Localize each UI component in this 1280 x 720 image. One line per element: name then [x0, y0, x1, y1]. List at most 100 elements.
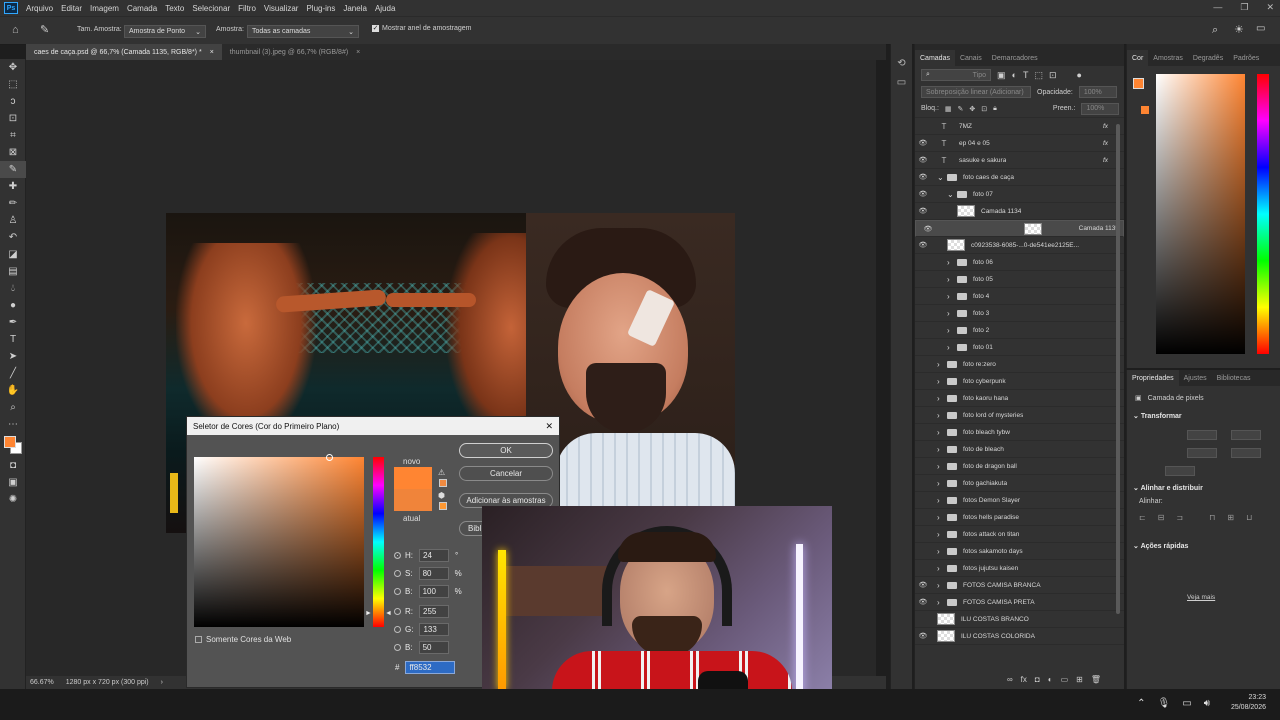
- sample-size-select[interactable]: Amostra de Ponto ⌄: [124, 25, 206, 38]
- menu-selecionar[interactable]: Selecionar: [188, 4, 234, 13]
- brush-tool-icon[interactable]: ✏: [0, 195, 26, 212]
- tab-padroes[interactable]: Padrões: [1228, 50, 1264, 66]
- panel-color-field[interactable]: [1156, 74, 1245, 354]
- menu-arquivo[interactable]: Arquivo: [22, 4, 57, 13]
- layer-row[interactable]: › foto 01: [915, 339, 1124, 356]
- hue-radio[interactable]: [394, 552, 401, 559]
- hue-slider-arrow-left[interactable]: ►: [365, 610, 372, 617]
- lock-all-icon[interactable]: 🔒︎: [993, 105, 997, 113]
- menu-ajuda[interactable]: Ajuda: [371, 4, 399, 13]
- tab-bibliotecas[interactable]: Bibliotecas: [1212, 370, 1256, 386]
- layer-row[interactable]: › foto re:zero: [915, 356, 1124, 373]
- chevron-right-icon[interactable]: ›: [937, 564, 947, 573]
- cancel-button[interactable]: Cancelar: [459, 466, 553, 481]
- gradient-tool-icon[interactable]: ▤: [0, 263, 26, 280]
- chevron-right-icon[interactable]: ›: [937, 377, 947, 386]
- menu-visualizar[interactable]: Visualizar: [260, 4, 303, 13]
- sample-select[interactable]: Todas as camadas ⌄: [247, 25, 359, 38]
- close-icon[interactable]: ✕: [545, 421, 553, 432]
- chevron-right-icon[interactable]: ›: [947, 326, 957, 335]
- blend-mode-select[interactable]: Sobreposição linear (Adicionar): [921, 86, 1031, 98]
- move-tool-icon[interactable]: ✥: [0, 59, 26, 76]
- chevron-right-icon[interactable]: ›: [937, 360, 947, 369]
- close-icon[interactable]: ✕: [1266, 2, 1274, 13]
- layer-effects-icon[interactable]: fx: [1103, 123, 1108, 130]
- menu-filtro[interactable]: Filtro: [234, 4, 260, 13]
- zoom-tool-icon[interactable]: ⌕: [0, 399, 26, 416]
- layer-row[interactable]: › foto cyberpunk: [915, 373, 1124, 390]
- eye-icon[interactable]: 👁︎: [915, 598, 931, 606]
- tab-propriedades[interactable]: Propriedades: [1127, 370, 1179, 386]
- align-left-icon[interactable]: ⊏: [1139, 513, 1146, 522]
- close-icon[interactable]: ×: [356, 49, 360, 56]
- chevron-right-icon[interactable]: ›: [937, 428, 947, 437]
- layer-row[interactable]: › foto 3: [915, 305, 1124, 322]
- menu-plugins[interactable]: Plug-ins: [302, 4, 339, 13]
- chevron-right-icon[interactable]: ›: [937, 462, 947, 471]
- eye-icon[interactable]: 👁︎: [915, 241, 931, 249]
- eye-icon[interactable]: 👁︎: [915, 581, 931, 589]
- hand-tool-icon[interactable]: ✋: [0, 382, 26, 399]
- chevron-right-icon[interactable]: ›: [947, 292, 957, 301]
- layer-effects-icon[interactable]: fx: [1103, 140, 1108, 147]
- menu-editar[interactable]: Editar: [57, 4, 86, 13]
- tab-degrades[interactable]: Degradês: [1188, 50, 1228, 66]
- layer-row[interactable]: 👁︎ ⌄ foto 07: [915, 186, 1124, 203]
- history-icon[interactable]: ⟲: [891, 58, 912, 69]
- layer-row[interactable]: › foto kaoru hana: [915, 390, 1124, 407]
- blur-tool-icon[interactable]: 💧︎: [0, 280, 26, 297]
- layer-row[interactable]: 👁︎ › FOTOS CAMISA PRETA: [915, 594, 1124, 611]
- microphone-icon[interactable]: 🎙︎: [1158, 698, 1171, 709]
- y-input[interactable]: [1231, 448, 1261, 458]
- tab-demarcadores[interactable]: Demarcadores: [987, 50, 1043, 66]
- tab-thumbnail[interactable]: thumbnail (3).jpeg @ 66,7% (RGB/8#) ×: [222, 44, 368, 60]
- red-radio[interactable]: [394, 608, 401, 615]
- path-select-icon[interactable]: ➤: [0, 348, 26, 365]
- chevron-right-icon[interactable]: ›: [947, 309, 957, 318]
- search-icon[interactable]: ⌕: [1212, 24, 1218, 37]
- eraser-tool-icon[interactable]: ◪: [0, 246, 26, 263]
- fill-input[interactable]: 100%: [1081, 102, 1120, 115]
- current-color-preview[interactable]: [394, 489, 432, 511]
- panel-fg-swatch[interactable]: [1133, 78, 1144, 89]
- chevron-right-icon[interactable]: ›: [937, 513, 947, 522]
- menu-camada[interactable]: Camada: [123, 4, 161, 13]
- quick-mask-icon[interactable]: ◘: [0, 457, 26, 474]
- add-mask-icon[interactable]: ◘: [1035, 675, 1040, 689]
- foreground-color-swatch[interactable]: [4, 436, 16, 448]
- chevron-right-icon[interactable]: ›: [937, 394, 947, 403]
- layer-row[interactable]: 👁︎ c0923538-6085-...0-de541ee2125E...: [915, 237, 1124, 254]
- tab-ajustes[interactable]: Ajustes: [1179, 370, 1212, 386]
- hue-input[interactable]: 24: [419, 549, 449, 562]
- layer-row[interactable]: › foto 4: [915, 288, 1124, 305]
- align-right-icon[interactable]: ⊐: [1176, 513, 1183, 522]
- eyedropper-preset-icon[interactable]: ✎: [40, 23, 49, 36]
- more-tools-icon[interactable]: ⋯: [0, 416, 26, 433]
- layer-row[interactable]: ILU COSTAS BRANCO: [915, 611, 1124, 628]
- layer-row[interactable]: › fotos attack on titan: [915, 526, 1124, 543]
- layer-row[interactable]: › foto 06: [915, 254, 1124, 271]
- layer-row[interactable]: 👁︎ Camada 1134: [915, 203, 1124, 220]
- eye-icon[interactable]: 👁︎: [915, 156, 931, 164]
- see-more-link[interactable]: Veja mais: [1127, 554, 1280, 601]
- chevron-right-icon[interactable]: ›: [937, 581, 947, 590]
- lock-paint-icon[interactable]: ✎: [958, 105, 964, 113]
- filter-image-icon[interactable]: ▣: [997, 70, 1006, 81]
- minimize-icon[interactable]: —: [1213, 2, 1222, 13]
- menu-texto[interactable]: Texto: [161, 4, 188, 13]
- blue-radio[interactable]: [394, 644, 401, 651]
- network-icon[interactable]: ▭: [1182, 698, 1191, 709]
- transform-section[interactable]: ⌄ Transformar: [1127, 410, 1280, 422]
- frame-tool-icon[interactable]: ⊠: [0, 144, 26, 161]
- tab-camadas[interactable]: Camadas: [915, 50, 955, 66]
- web-colors-checkbox[interactable]: Somente Cores da Web: [195, 635, 291, 644]
- hue-slider[interactable]: [373, 457, 384, 627]
- layer-row[interactable]: › foto lord of mysteries: [915, 407, 1124, 424]
- gamut-warning-icon[interactable]: ⚠: [438, 468, 445, 477]
- show-ring-checkbox[interactable]: ✓ Mostrar anel de amostragem: [372, 25, 471, 32]
- opacity-input[interactable]: 100%: [1078, 86, 1117, 98]
- eyedropper-tool-icon[interactable]: ✎: [0, 161, 26, 178]
- align-middle-icon[interactable]: ⊞: [1227, 513, 1234, 522]
- quick-actions-section[interactable]: ⌄ Ações rápidas: [1127, 528, 1280, 554]
- layer-row[interactable]: › foto de dragon ball: [915, 458, 1124, 475]
